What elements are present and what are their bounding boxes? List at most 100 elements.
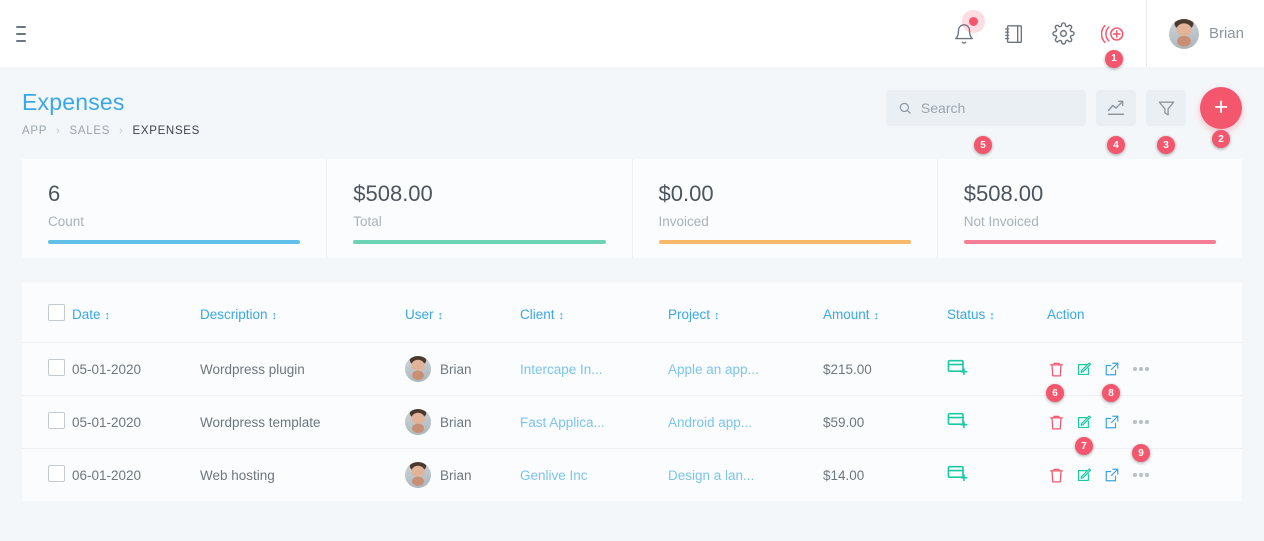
dot	[1145, 473, 1149, 477]
client-link[interactable]: Genlive Inc	[520, 468, 588, 483]
table-body: 05-01-2020 Wordpress plugin Brian Interc…	[22, 342, 1242, 502]
client-link[interactable]: Intercape In...	[520, 362, 603, 377]
delete-button[interactable]: 6	[1046, 360, 1065, 402]
row-checkbox[interactable]	[48, 359, 65, 376]
summary-cards: 6 Count $508.00 Total $0.00 Invoiced $50…	[22, 159, 1242, 258]
hamburger-icon[interactable]	[8, 18, 34, 50]
search-input[interactable]	[920, 100, 1074, 116]
add-expense-button[interactable]: + 2	[1200, 87, 1242, 148]
avatar	[405, 356, 431, 382]
stat-label: Total	[353, 214, 382, 229]
edit-pencil-icon	[1077, 415, 1092, 429]
project-link[interactable]: Design a lan...	[668, 468, 754, 483]
card-add-icon[interactable]	[947, 412, 969, 434]
delete-button[interactable]	[1047, 466, 1065, 484]
stat-bar	[48, 240, 301, 244]
edit-button[interactable]	[1075, 360, 1093, 378]
cell-actions: 7 9	[1047, 396, 1242, 463]
project-link[interactable]: Apple an app...	[668, 362, 759, 377]
notifications-icon[interactable]	[950, 16, 978, 48]
client-link[interactable]: Fast Applica...	[520, 415, 605, 430]
column-header-project[interactable]: Project ↕	[668, 282, 823, 343]
card-add-icon[interactable]	[947, 465, 969, 487]
chart-trend-button[interactable]: 4	[1096, 90, 1136, 154]
dot	[1145, 420, 1149, 424]
cell-actions: 6 8	[1046, 343, 1242, 402]
sort-icon: ↕	[437, 309, 444, 322]
stat-value: 6	[48, 181, 61, 206]
card-add-icon[interactable]	[947, 359, 969, 381]
more-options-button[interactable]	[1131, 367, 1151, 371]
project-link[interactable]: Android app...	[668, 415, 752, 430]
table-row[interactable]: 05-01-2020 Wordpress plugin Brian Interc…	[22, 342, 1242, 402]
column-label: Description	[200, 306, 268, 322]
column-label: Action	[1047, 306, 1085, 322]
breadcrumb-item-sales[interactable]: SALES	[70, 125, 111, 137]
external-link-icon	[1105, 468, 1119, 482]
stat-bar	[658, 240, 911, 244]
edit-pencil-icon	[1077, 468, 1092, 482]
dot	[1145, 367, 1149, 371]
cell-user: Brian	[405, 396, 520, 449]
row-checkbox[interactable]	[48, 465, 65, 482]
sort-icon: ↕	[271, 309, 278, 322]
user-name: Brian	[440, 414, 472, 430]
edit-button[interactable]	[1075, 466, 1093, 484]
cell-status	[947, 396, 1047, 449]
open-button[interactable]	[1103, 413, 1121, 431]
cell-client: Fast Applica...	[520, 396, 668, 449]
column-header-description[interactable]: Description ↕	[200, 282, 405, 343]
table-row[interactable]: 05-01-2020 Wordpress template Brian Fast…	[22, 395, 1242, 463]
select-all-checkbox[interactable]	[48, 304, 65, 321]
top-bar: 1 Brian	[0, 0, 1264, 68]
stat-value: $508.00	[963, 181, 1044, 206]
page-header: Expenses APP › SALES › EXPENSES 5 4	[0, 67, 1264, 154]
step-badge-8: 8	[1102, 384, 1120, 402]
cell-date: 05-01-2020	[72, 361, 142, 377]
column-header-amount[interactable]: Amount ↕	[823, 282, 947, 343]
open-button[interactable]: 8	[1102, 360, 1121, 402]
chevron-right-icon: ›	[119, 125, 124, 137]
settings-gear-icon[interactable]	[1050, 20, 1078, 48]
edit-button[interactable]: 7	[1075, 413, 1093, 455]
add-record-icon[interactable]: 1	[1100, 20, 1128, 68]
column-label: Client	[520, 306, 555, 322]
cell-project: Android app...	[668, 396, 823, 449]
external-link-icon	[1105, 362, 1119, 376]
stat-card-total: $508.00 Total	[326, 159, 631, 258]
table-row[interactable]: 06-01-2020 Web hosting Brian Genlive Inc…	[22, 448, 1242, 502]
column-header-client[interactable]: Client ↕	[520, 282, 668, 343]
step-badge-1: 1	[1104, 49, 1123, 68]
column-header-user[interactable]: User ↕	[405, 282, 520, 343]
step-badge-3: 3	[1157, 136, 1175, 154]
user-menu[interactable]: Brian	[1145, 0, 1264, 67]
row-checkbox[interactable]	[48, 412, 65, 429]
cell-date: 05-01-2020	[72, 414, 142, 430]
hamburger-line	[16, 39, 26, 42]
more-options-button[interactable]	[1131, 473, 1151, 477]
open-button[interactable]	[1103, 466, 1121, 484]
more-options-button[interactable]: 9	[1131, 420, 1151, 463]
sort-icon: ↕	[558, 309, 565, 322]
search-box[interactable]: 5	[886, 90, 1086, 154]
breadcrumb-item-expenses: EXPENSES	[132, 125, 201, 137]
sort-icon: ↕	[104, 309, 111, 322]
stat-card-not-invoiced: $508.00 Not Invoiced	[936, 159, 1242, 258]
cell-client: Intercape In...	[520, 343, 668, 396]
edit-pencil-icon	[1077, 362, 1092, 376]
delete-button[interactable]	[1047, 413, 1065, 431]
stat-label: Invoiced	[658, 214, 709, 229]
chevron-right-icon: ›	[56, 125, 61, 137]
column-header-action: Action	[1047, 282, 1242, 343]
breadcrumb-item-app[interactable]: APP	[22, 125, 47, 137]
filter-button[interactable]: 3	[1146, 90, 1186, 154]
table-head: Date ↕ Description ↕ User ↕ Client ↕ Project…	[22, 282, 1242, 343]
notebook-icon[interactable]	[1000, 20, 1028, 48]
avatar	[405, 462, 431, 488]
cell-client: Genlive Inc	[520, 449, 668, 502]
search-icon	[899, 102, 911, 114]
column-header-date[interactable]: Date ↕	[72, 282, 200, 343]
column-header-status[interactable]: Status ↕	[947, 282, 1047, 343]
cell-amount: $14.00	[823, 467, 865, 483]
external-link-icon	[1105, 415, 1119, 429]
